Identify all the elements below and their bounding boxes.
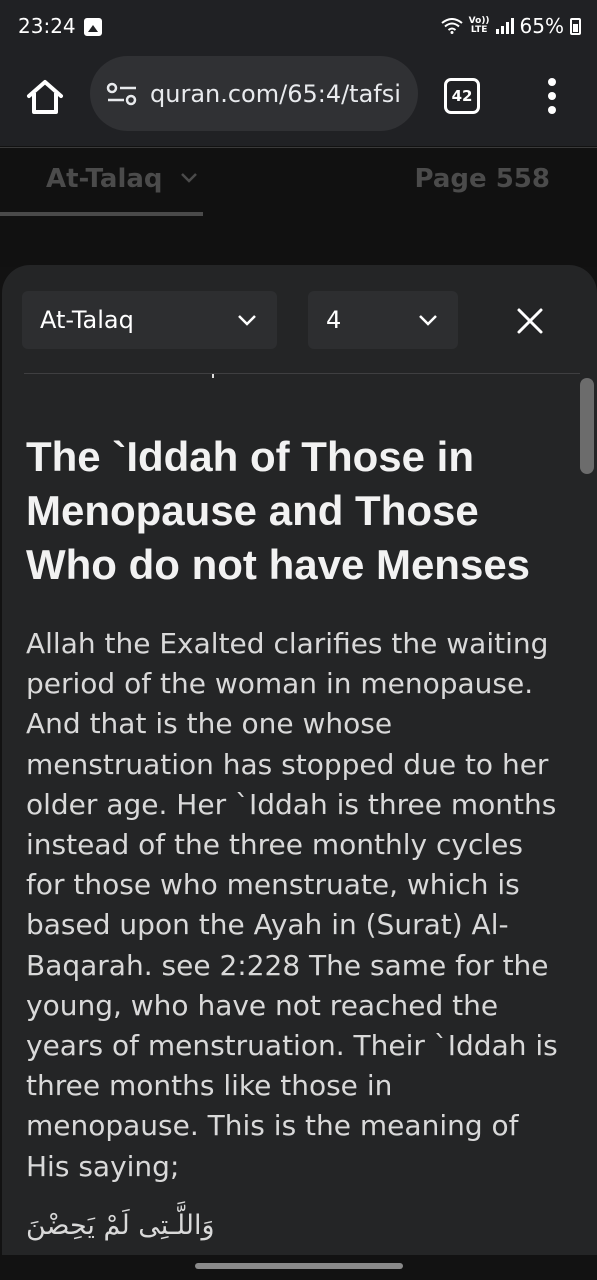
ayah-select[interactable]: 4 xyxy=(308,291,458,349)
wifi-icon xyxy=(441,18,463,34)
tafsir-content[interactable]: 3 The `Iddah of Those in Menopause and T… xyxy=(2,374,597,1255)
menu-dot xyxy=(548,78,556,86)
gallery-icon xyxy=(84,18,102,36)
close-button[interactable] xyxy=(514,305,546,337)
url-bar[interactable]: quran.com/65:4/tafsi xyxy=(90,56,418,131)
battery-icon xyxy=(570,17,581,35)
header-underline xyxy=(0,212,203,216)
gesture-handle[interactable] xyxy=(195,1263,403,1269)
sheet-header: At-Talaq 4 xyxy=(2,265,597,373)
header-page-number: Page 558 xyxy=(414,164,550,194)
signal-icon xyxy=(495,18,514,34)
home-button[interactable] xyxy=(24,76,66,118)
status-right: Vo)) LTE 65% xyxy=(441,14,581,38)
chevron-down-icon xyxy=(238,315,256,326)
tafsir-heading: The `Iddah of Those in Menopause and Tho… xyxy=(26,433,531,588)
menu-dot xyxy=(548,92,556,100)
page-header: At-Talaq Page 558 xyxy=(0,147,597,267)
chevron-down-icon xyxy=(181,173,197,183)
menu-dot xyxy=(548,106,556,114)
surah-select[interactable]: At-Talaq xyxy=(22,291,277,349)
tafsir-sheet: At-Talaq 4 3 The `Iddah of Those in Meno… xyxy=(2,265,597,1255)
close-icon xyxy=(517,308,543,334)
status-bar: 23:24 Vo)) LTE 65% xyxy=(0,0,597,56)
battery-percent: 65% xyxy=(519,14,564,38)
header-surah-name[interactable]: At-Talaq xyxy=(46,164,163,194)
font-size-value: 3 xyxy=(130,374,147,380)
tabs-button[interactable]: 42 xyxy=(444,78,480,114)
status-time: 23:24 xyxy=(18,14,76,38)
navigation-bar xyxy=(0,1255,597,1280)
more-vert-icon[interactable] xyxy=(538,74,566,118)
lte-icon: Vo)) LTE xyxy=(469,17,490,35)
chevron-down-icon xyxy=(419,315,437,326)
tune-icon[interactable] xyxy=(106,82,138,106)
browser-toolbar: quran.com/65:4/tafsi 42 xyxy=(0,56,597,146)
lte-label: LTE xyxy=(470,25,488,35)
tab-count: 42 xyxy=(451,87,473,105)
url-text[interactable]: quran.com/65:4/tafsi xyxy=(150,80,405,108)
ayah-select-value: 4 xyxy=(326,306,342,334)
tafsir-body: Allah the Exalted clarifies the waiting … xyxy=(26,627,558,1183)
home-icon xyxy=(27,80,63,114)
surah-select-value: At-Talaq xyxy=(40,306,134,334)
scrollbar-thumb[interactable] xyxy=(580,378,594,474)
tafsir-arabic-verse: وَاللَّـتِى لَمْ يَحِضْنَ xyxy=(26,1210,215,1241)
font-size-controls: 3 xyxy=(24,374,244,386)
